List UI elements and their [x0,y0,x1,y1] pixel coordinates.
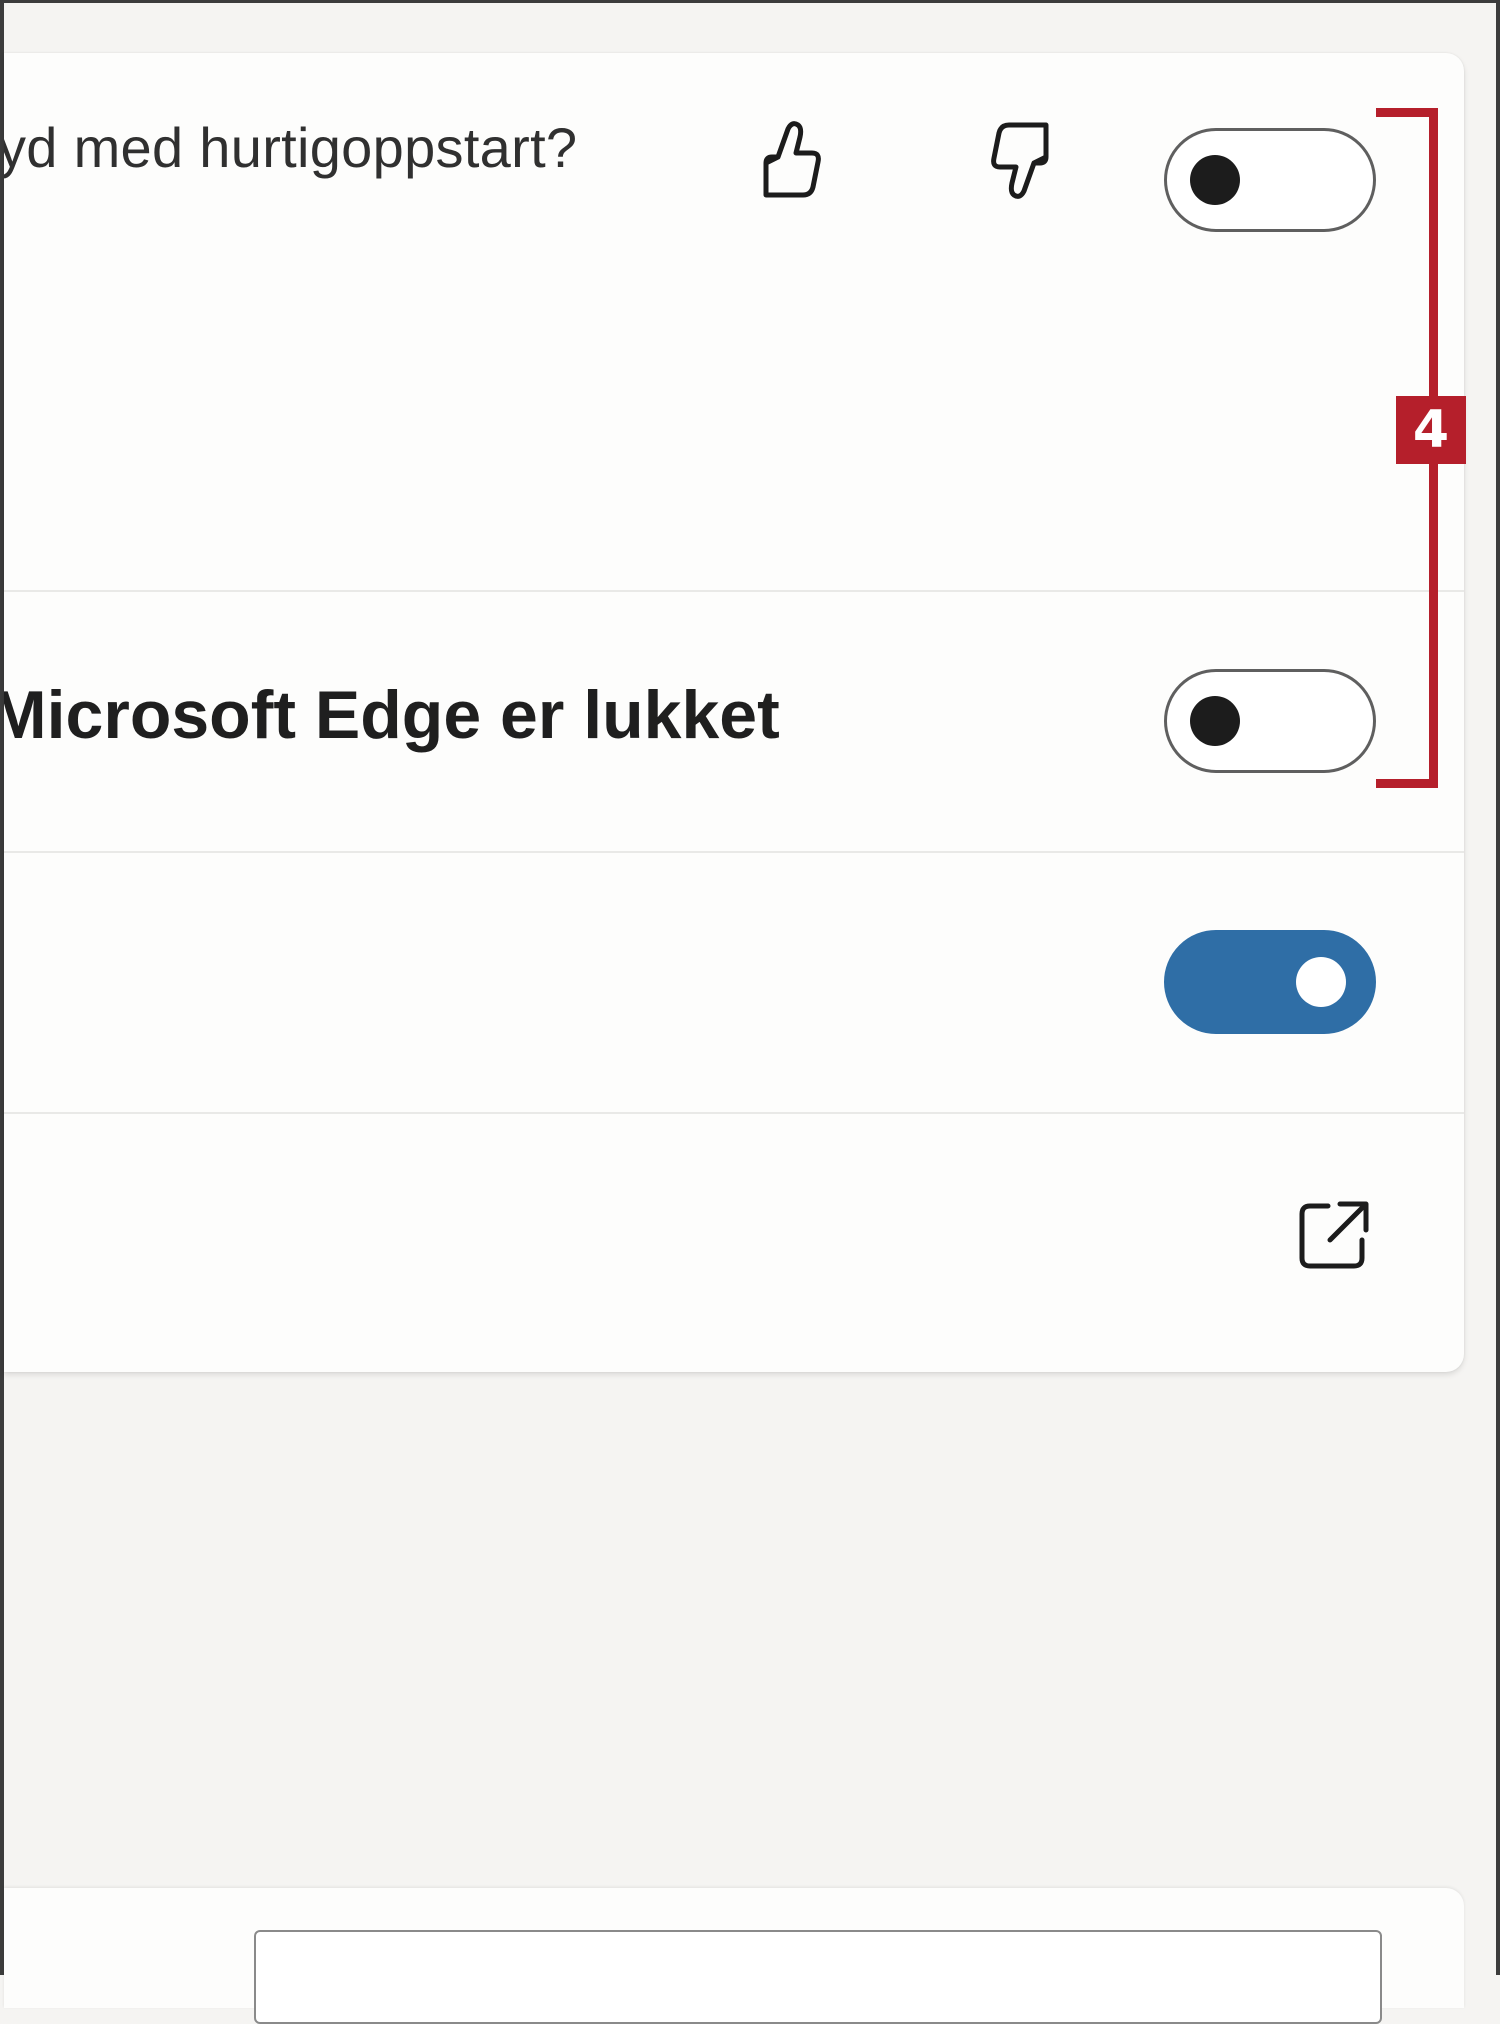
toggle-knob [1190,155,1240,205]
toggle-knob [1296,957,1346,1007]
annotation-badge: 4 [1396,396,1466,464]
setting-row-startup-boost: yd med hurtigoppstart? [4,53,1464,592]
enabled-setting-toggle[interactable] [1164,930,1376,1034]
bottom-input-field[interactable] [254,1930,1382,2024]
setting-row-external-link[interactable] [4,1114,1464,1372]
run-after-close-label: Microsoft Edge er lukket [4,677,780,753]
feedback-question: yd med hurtigoppstart? [4,116,578,179]
startup-boost-toggle[interactable] [1164,128,1376,232]
window-frame-right [1496,0,1500,1975]
toggle-knob [1190,696,1240,746]
settings-card: yd med hurtigoppstart? Microsoft Edge er… [4,53,1464,1372]
thumbs-down-icon[interactable] [976,115,1066,205]
bracket-bottom [1376,779,1438,788]
bottom-settings-card [4,1888,1464,2024]
thumbs-up-icon[interactable] [746,115,836,205]
setting-row-run-after-close: Microsoft Edge er lukket [4,592,1464,853]
setting-row-enabled [4,853,1464,1114]
run-after-close-toggle[interactable] [1164,669,1376,773]
open-external-icon[interactable] [1294,1196,1374,1276]
window-frame-top [0,0,1500,3]
